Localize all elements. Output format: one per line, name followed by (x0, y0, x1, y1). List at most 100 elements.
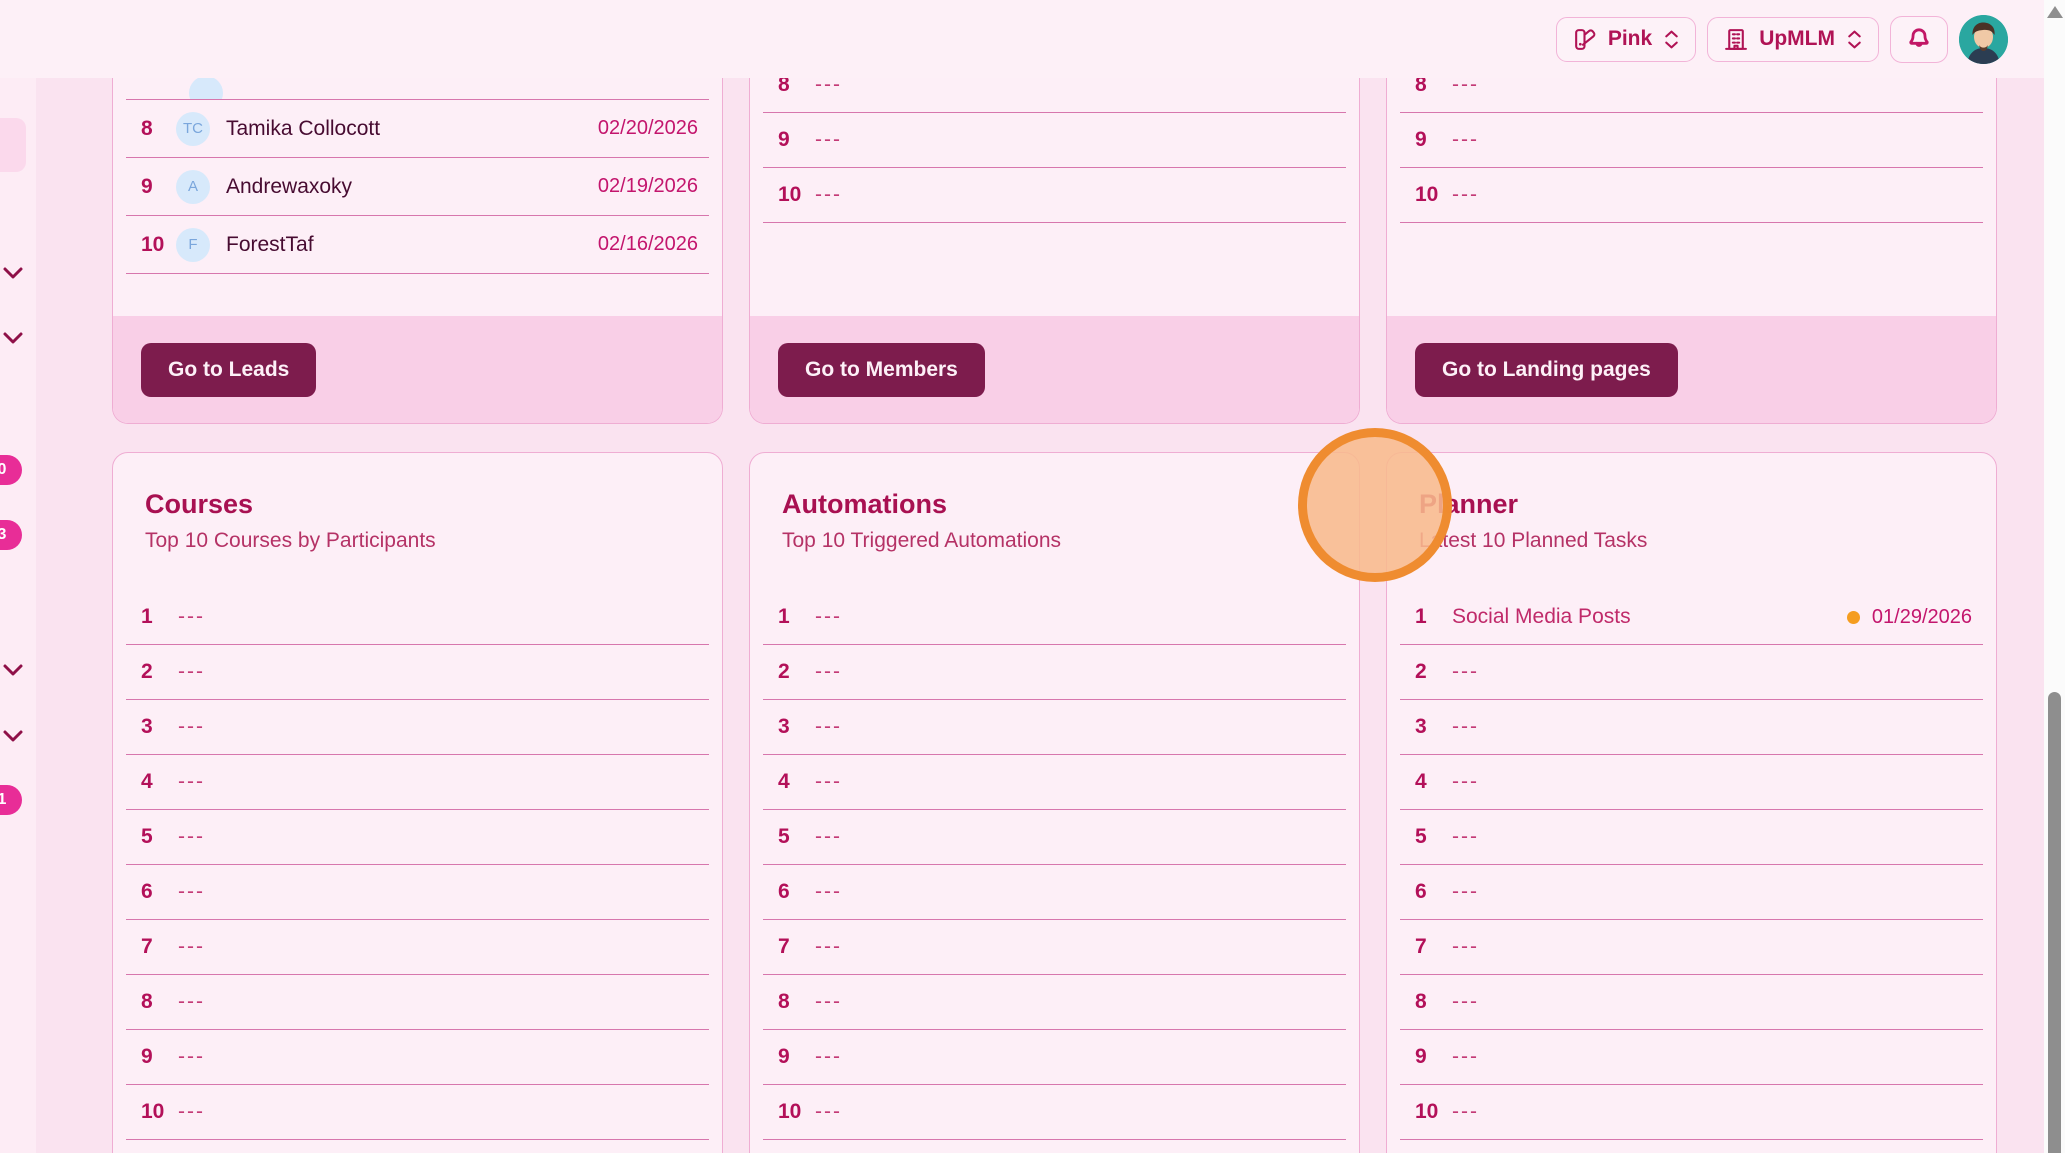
table-row: 2 --- (126, 645, 709, 700)
row-rank: 8 (763, 78, 801, 97)
avatar: F (176, 228, 210, 262)
row-empty-value: --- (815, 1100, 842, 1124)
table-row: 1 --- (763, 590, 1346, 645)
row-empty-value: --- (1452, 990, 1479, 1014)
row-rank: 6 (1400, 880, 1438, 904)
row-empty-value: --- (1452, 715, 1479, 739)
row-rank: 2 (1400, 660, 1438, 684)
row-empty-value: --- (178, 825, 205, 849)
courses-card: Courses Top 10 Courses by Participants 1… (112, 452, 723, 1153)
chevron-down-icon[interactable] (2, 663, 24, 677)
table-row: 8 --- (1400, 78, 1983, 113)
row-rank: 6 (126, 880, 164, 904)
row-empty-value: --- (815, 605, 842, 629)
planner-card: Planner Latest 10 Planned Tasks 1 Social… (1386, 452, 1997, 1153)
row-rank: 10 (1400, 1100, 1438, 1124)
page-scrollbar[interactable] (2044, 0, 2065, 1153)
table-row: 8 --- (126, 975, 709, 1030)
sidebar-active-item[interactable] (0, 118, 26, 172)
members-list: 8 --- 9 --- 10 --- (750, 78, 1359, 223)
workspace-selector-label: UpMLM (1759, 27, 1835, 51)
theme-selector-button[interactable]: Pink (1556, 17, 1696, 62)
table-row: 1 Social Media Posts 01/29/2026 (1400, 590, 1983, 645)
row-rank: 4 (763, 770, 801, 794)
row-empty-value: --- (815, 660, 842, 684)
row-rank: 9 (1400, 128, 1438, 152)
row-rank: 4 (126, 770, 164, 794)
landing-pages-card: 8 --- 9 --- 10 --- Go to Landing pages (1386, 78, 1997, 424)
row-empty-value: --- (1452, 183, 1479, 207)
row-empty-value: --- (178, 1045, 205, 1069)
table-row-clipped (126, 78, 709, 100)
row-rank: 3 (763, 715, 801, 739)
chevron-down-icon[interactable] (2, 729, 24, 743)
row-rank: 8 (1400, 78, 1438, 97)
scrollbar-up-arrow-icon[interactable] (2047, 6, 2063, 18)
dashboard-screen: 0 3 1 8 TC Tamika Collocott 02/20/2026 9… (0, 0, 2065, 1153)
row-empty-value: --- (178, 715, 205, 739)
row-empty-value: --- (815, 880, 842, 904)
table-row: 2 --- (763, 645, 1346, 700)
row-rank: 5 (1400, 825, 1438, 849)
row-rank: 10 (763, 183, 801, 207)
table-row: 1 --- (126, 590, 709, 645)
go-to-leads-button[interactable]: Go to Leads (141, 343, 316, 397)
task-name: Social Media Posts (1452, 605, 1631, 629)
user-avatar[interactable] (1959, 15, 2008, 64)
notifications-button[interactable] (1890, 16, 1948, 63)
scrollbar-thumb[interactable] (2048, 692, 2061, 1153)
avatar (189, 78, 223, 100)
go-to-landing-pages-button[interactable]: Go to Landing pages (1415, 343, 1678, 397)
sidebar-count-badge[interactable]: 3 (0, 520, 22, 550)
row-empty-value: --- (1452, 660, 1479, 684)
row-empty-value: --- (815, 183, 842, 207)
table-row: 3 --- (126, 700, 709, 755)
chevron-down-icon[interactable] (2, 331, 24, 345)
table-row: 8 --- (763, 78, 1346, 113)
row-rank: 3 (126, 715, 164, 739)
card-subtitle: Top 10 Courses by Participants (145, 529, 722, 553)
row-empty-value: --- (815, 825, 842, 849)
sidebar: 0 3 1 (0, 78, 36, 1153)
lead-date: 02/19/2026 (598, 175, 709, 198)
row-empty-value: --- (1452, 825, 1479, 849)
row-rank: 9 (126, 175, 164, 199)
row-empty-value: --- (178, 605, 205, 629)
row-rank: 6 (763, 880, 801, 904)
row-rank: 8 (126, 117, 164, 141)
row-rank: 9 (763, 128, 801, 152)
sidebar-count-badge[interactable]: 1 (0, 785, 22, 815)
row-empty-value: --- (815, 990, 842, 1014)
row-rank: 9 (126, 1045, 164, 1069)
automations-card: Automations Top 10 Triggered Automations… (749, 452, 1360, 1153)
workspace-selector-button[interactable]: UpMLM (1707, 17, 1879, 62)
table-row: 5 --- (1400, 810, 1983, 865)
chevron-down-icon[interactable] (2, 266, 24, 280)
chevron-up-down-icon (1663, 29, 1680, 50)
row-empty-value: --- (1452, 1045, 1479, 1069)
row-rank: 5 (763, 825, 801, 849)
sidebar-count-badge[interactable]: 0 (0, 455, 22, 485)
lead-name: ForestTaf (226, 233, 314, 257)
row-empty-value: --- (178, 935, 205, 959)
table-row: 2 --- (1400, 645, 1983, 700)
table-row: 10 --- (763, 168, 1346, 223)
row-empty-value: --- (1452, 770, 1479, 794)
row-rank: 1 (1400, 605, 1438, 629)
row-rank: 4 (1400, 770, 1438, 794)
table-row: 10 --- (1400, 168, 1983, 223)
courses-list: 1 --- 2 --- 3 --- 4 --- 5 --- 6 --- 7 --… (113, 590, 722, 1140)
row-empty-value: --- (1452, 880, 1479, 904)
bell-icon (1906, 26, 1932, 52)
row-empty-value: --- (178, 660, 205, 684)
row-empty-value: --- (178, 770, 205, 794)
row-rank: 7 (1400, 935, 1438, 959)
lead-date: 02/16/2026 (598, 233, 709, 256)
card-subtitle: Top 10 Triggered Automations (782, 529, 1359, 553)
go-to-members-button[interactable]: Go to Members (778, 343, 985, 397)
table-row: 4 --- (1400, 755, 1983, 810)
table-row: 10 F ForestTaf 02/16/2026 (126, 216, 709, 274)
row-rank: 8 (763, 990, 801, 1014)
row-rank: 2 (763, 660, 801, 684)
row-rank: 2 (126, 660, 164, 684)
